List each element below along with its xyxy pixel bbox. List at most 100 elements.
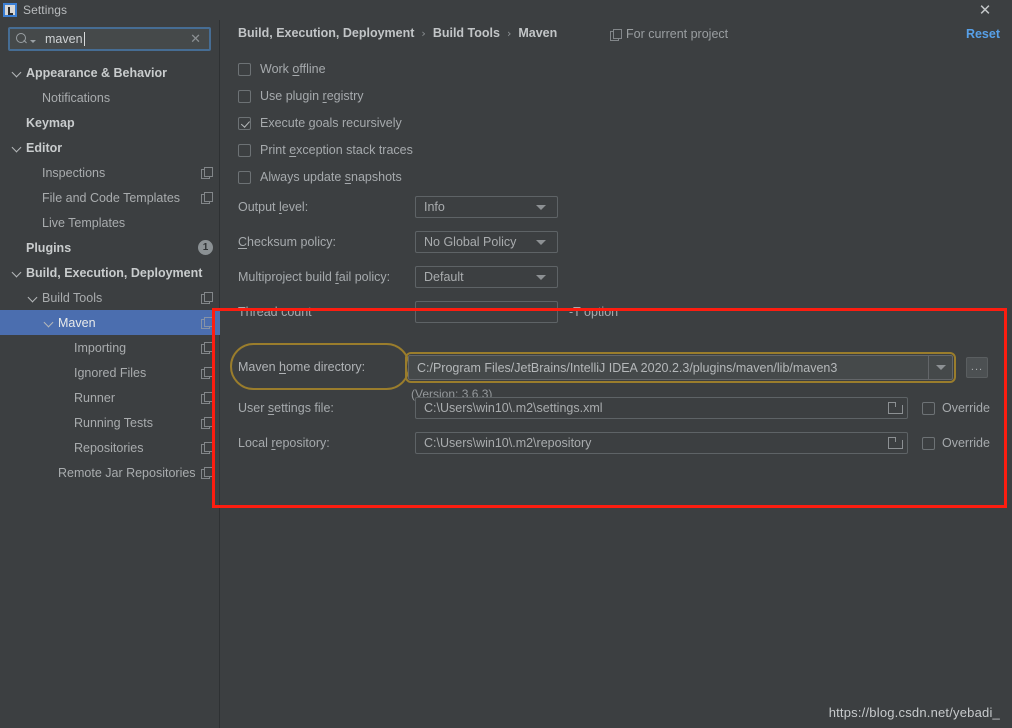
- checkbox-work-offline[interactable]: [238, 62, 251, 76]
- label-checksum-policy: Checksum policy:: [238, 235, 336, 249]
- copy-scope-icon: [201, 342, 213, 354]
- copy-scope-icon: [201, 192, 213, 204]
- reset-link[interactable]: Reset: [966, 27, 1000, 41]
- sidebar-item-label: File and Code Templates: [42, 190, 181, 205]
- chevron-down-icon[interactable]: [12, 267, 23, 278]
- folder-icon[interactable]: [885, 398, 905, 418]
- combo-maven-home-directory[interactable]: C:/Program Files/JetBrains/IntelliJ IDEA…: [408, 355, 953, 380]
- sidebar-item-label: Live Templates: [42, 215, 126, 230]
- chevron-down-icon: [536, 239, 546, 245]
- sidebar-item-inspections[interactable]: Inspections: [0, 160, 220, 185]
- sidebar-item-remote-jar-repositories[interactable]: Remote Jar Repositories: [0, 460, 220, 485]
- checkbox-row-always-update-snapshots[interactable]: Always update snapshots: [238, 170, 402, 184]
- input-user-settings-file-value: C:\Users\win10\.m2\settings.xml: [424, 401, 603, 415]
- combo-maven-home-directory-value: C:/Program Files/JetBrains/IntelliJ IDEA…: [417, 360, 838, 375]
- checkbox-row-print-exception-stack-traces[interactable]: Print exception stack traces: [238, 143, 413, 157]
- browse-maven-home-button[interactable]: ...: [966, 357, 988, 378]
- search-icon: [15, 32, 31, 46]
- maven-home-dropdown-button[interactable]: [928, 356, 952, 379]
- sidebar-item-build-execution-deployment[interactable]: Build, Execution, Deployment: [0, 260, 220, 285]
- breadcrumb: Build, Execution, Deployment › Build Tools…: [238, 26, 557, 40]
- breadcrumb-item[interactable]: Build Tools: [433, 26, 500, 40]
- checkbox-print-exception-stack-traces[interactable]: [238, 143, 251, 157]
- checkbox-row-work-offline[interactable]: Work offline: [238, 62, 326, 76]
- sidebar-item-label: Remote Jar Repositories: [58, 465, 196, 480]
- settings-dialog: Settings ✕ maven ✕ Appearance & Behavior…: [0, 0, 1012, 728]
- checkbox-use-plugin-registry[interactable]: [238, 89, 251, 103]
- combo-multiproject-fail-policy[interactable]: Default: [415, 266, 558, 288]
- checkbox-row-use-plugin-registry[interactable]: Use plugin registry: [238, 89, 364, 103]
- chevron-down-icon[interactable]: [12, 142, 23, 153]
- chevron-down-icon[interactable]: [44, 317, 55, 328]
- sidebar-item-live-templates[interactable]: Live Templates: [0, 210, 220, 235]
- sidebar-item-label: Appearance & Behavior: [26, 65, 168, 80]
- copy-scope-icon: [201, 417, 213, 429]
- label-work-offline: Work offline: [260, 62, 326, 76]
- sidebar-item-running-tests[interactable]: Running Tests: [0, 410, 220, 435]
- sidebar-item-ignored-files[interactable]: Ignored Files: [0, 360, 220, 385]
- field-row-user-settings-file: User settings file: C:\Users\win10\.m2\s…: [238, 397, 990, 419]
- checkbox-override-local-repository[interactable]: [922, 436, 935, 450]
- copy-scope-icon: [201, 317, 213, 329]
- clear-icon[interactable]: ✕: [190, 32, 201, 47]
- copy-scope-icon: [201, 442, 213, 454]
- sidebar-item-runner[interactable]: Runner: [0, 385, 220, 410]
- sidebar-item-keymap[interactable]: Keymap: [0, 110, 220, 135]
- chevron-down-icon: [935, 365, 946, 370]
- sidebar-item-label: Running Tests: [74, 415, 153, 430]
- checkbox-always-update-snapshots[interactable]: [238, 170, 251, 184]
- input-local-repository[interactable]: C:\Users\win10\.m2\repository: [415, 432, 908, 454]
- close-icon[interactable]: ✕: [974, 0, 996, 21]
- field-row-output-level: Output level: Info: [238, 196, 558, 218]
- chevron-down-icon: [536, 274, 546, 280]
- combo-checksum-policy[interactable]: No Global Policy: [415, 231, 558, 253]
- sidebar-item-plugins[interactable]: Plugins 1: [0, 235, 220, 260]
- sidebar-item-maven[interactable]: Maven: [0, 310, 220, 335]
- breadcrumb-separator: ›: [421, 26, 426, 40]
- sidebar-item-file-and-code-templates[interactable]: File and Code Templates: [0, 185, 220, 210]
- sidebar-item-label: Maven: [58, 315, 96, 330]
- sidebar-item-appearance-behavior[interactable]: Appearance & Behavior: [0, 60, 220, 85]
- field-row-thread-count: Thread count -T option: [238, 301, 618, 323]
- checkbox-row-execute-goals-recursively[interactable]: Execute goals recursively: [238, 116, 402, 130]
- sidebar-item-label: Build, Execution, Deployment: [26, 265, 203, 280]
- label-print-exception-stack-traces: Print exception stack traces: [260, 143, 413, 157]
- sidebar-item-importing[interactable]: Importing: [0, 335, 220, 360]
- sidebar-item-label: Plugins: [26, 240, 72, 255]
- checkbox-row-override-local-repository[interactable]: Override: [922, 436, 990, 450]
- sidebar-item-build-tools[interactable]: Build Tools: [0, 285, 220, 310]
- copy-scope-icon: [610, 28, 622, 41]
- input-thread-count[interactable]: [415, 301, 558, 323]
- checkbox-row-override-user-settings[interactable]: Override: [922, 401, 990, 415]
- input-user-settings-file[interactable]: C:\Users\win10\.m2\settings.xml: [415, 397, 908, 419]
- chevron-down-icon[interactable]: [12, 67, 23, 78]
- status-badge: 1: [198, 240, 213, 255]
- checkbox-execute-goals-recursively[interactable]: [238, 116, 251, 130]
- copy-scope-icon: [201, 392, 213, 404]
- sidebar-item-repositories[interactable]: Repositories: [0, 435, 220, 460]
- chevron-down-icon[interactable]: [28, 292, 39, 303]
- sidebar-item-label: Ignored Files: [74, 365, 147, 380]
- checkbox-override-user-settings[interactable]: [922, 401, 935, 415]
- field-row-multiproject-fail-policy: Multiproject build fail policy: Default: [238, 266, 558, 288]
- folder-icon[interactable]: [885, 433, 905, 453]
- sidebar-item-editor[interactable]: Editor: [0, 135, 220, 160]
- label-thread-count: Thread count: [238, 305, 312, 319]
- label-multiproject-fail-policy: Multiproject build fail policy:: [238, 270, 391, 284]
- combo-output-level[interactable]: Info: [415, 196, 558, 218]
- label-user-settings-file: User settings file:: [238, 401, 334, 415]
- label-execute-goals-recursively: Execute goals recursively: [260, 116, 402, 130]
- breadcrumb-item[interactable]: Build, Execution, Deployment: [238, 26, 414, 40]
- search-input[interactable]: maven ✕: [8, 27, 211, 51]
- label-output-level: Output level:: [238, 200, 309, 214]
- sidebar-item-notifications[interactable]: Notifications: [0, 85, 220, 110]
- label-override-user-settings: Override: [942, 401, 990, 415]
